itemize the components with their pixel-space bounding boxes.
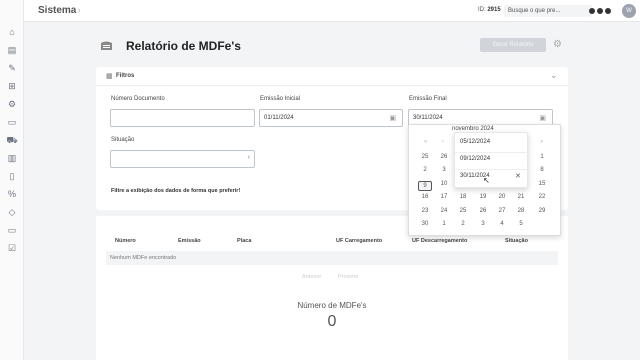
datepicker-day[interactable]: 24 — [437, 208, 451, 214]
emissao-inicial-input[interactable]: 01/11/2024 ▣ — [259, 109, 403, 127]
datepicker-day[interactable]: 20 — [495, 194, 509, 200]
datepicker-day[interactable]: 15 — [535, 181, 549, 187]
user-id: ID: 2915 — [478, 7, 501, 13]
chevron-right-icon: › — [77, 5, 81, 16]
page-title: Relatório de MDFe's — [126, 39, 241, 53]
empty-table-row: Nenhum MDFe encontrado — [106, 251, 558, 265]
next-page-button[interactable]: Próximo — [338, 274, 358, 280]
datepicker-day[interactable]: 29 — [535, 208, 549, 214]
percent-icon[interactable]: % — [6, 188, 18, 200]
mouse-cursor: ↖ — [483, 176, 490, 185]
column-header[interactable]: UF Carregamento — [336, 238, 382, 244]
filter-hint: Filtre a exibição dos dados de forma que… — [111, 188, 241, 194]
documento-input[interactable] — [110, 109, 255, 127]
messages-icon[interactable] — [597, 8, 603, 14]
close-icon[interactable]: ✕ — [515, 172, 521, 180]
emissao-inicial-label: Emissão Inicial — [260, 96, 301, 102]
tag-icon[interactable]: ◇ — [6, 206, 18, 218]
datepicker-day[interactable]: 2 — [456, 221, 470, 227]
datepicker-day[interactable]: 28 — [514, 208, 528, 214]
datepicker-day[interactable]: 21 — [514, 194, 528, 200]
datepicker-day[interactable]: 4 — [495, 221, 509, 227]
column-header[interactable]: Placa — [237, 238, 251, 244]
generate-report-button[interactable]: Gerar Relatório — [480, 38, 546, 52]
datepicker-day[interactable]: 19 — [476, 194, 490, 200]
datepicker-day[interactable]: 26 — [437, 154, 451, 160]
file-icon[interactable]: ▯ — [6, 170, 18, 182]
receipt-icon[interactable]: ▭ — [6, 116, 18, 128]
folder-icon[interactable]: ▭ — [6, 224, 18, 236]
filter-icon: ▦ — [106, 73, 113, 80]
avatar[interactable]: W — [622, 4, 636, 18]
datepicker-day[interactable]: 25 — [418, 154, 432, 160]
history-item[interactable]: 09/12/2024 — [460, 156, 490, 162]
column-header[interactable]: Número — [115, 238, 136, 244]
document-icon[interactable]: ▤ — [6, 44, 18, 56]
datepicker-day[interactable]: 22 — [535, 194, 549, 200]
settings-icon[interactable]: ⚙ — [6, 98, 18, 110]
situacao-label: Situação — [111, 137, 135, 143]
chevron-right-icon: › — [247, 154, 250, 161]
top-bar: Sistema› ID: 2915 Busque o que pre... W — [24, 0, 640, 22]
datepicker-day[interactable]: 3 — [476, 221, 490, 227]
datepicker-day[interactable]: 26 — [476, 208, 490, 214]
divider — [455, 169, 529, 170]
datepicker-day[interactable]: 8 — [535, 167, 549, 173]
filters-title: Filtros — [116, 73, 135, 79]
datepicker-day[interactable]: 1 — [535, 154, 549, 160]
datepicker-day[interactable]: 30 — [418, 221, 432, 227]
datepicker-day[interactable]: 25 — [456, 208, 470, 214]
datepicker-day[interactable]: 5 — [514, 221, 528, 227]
datepicker-day[interactable]: 16 — [418, 194, 432, 200]
datepicker-day[interactable]: 3 — [437, 167, 451, 173]
calendar-icon[interactable]: ▣ — [539, 114, 546, 122]
prev-year-button[interactable]: « — [424, 139, 427, 145]
column-header[interactable]: Emissão — [178, 238, 201, 244]
check-document-icon[interactable]: ☑ — [6, 242, 18, 254]
datepicker-day[interactable]: 18 — [456, 194, 470, 200]
history-item[interactable]: 05/12/2024 — [460, 139, 490, 145]
notifications-icon[interactable] — [589, 8, 595, 14]
home-icon[interactable]: ⌂ — [6, 26, 18, 38]
datepicker-day[interactable]: 9 — [418, 181, 432, 191]
datepicker-day[interactable]: 2 — [418, 167, 432, 173]
results-panel — [96, 216, 568, 360]
mdfe-count-label: Número de MDFe's — [297, 301, 367, 310]
emissao-final-label: Emissão Final — [409, 96, 447, 102]
grid-icon[interactable]: ⊞ — [6, 80, 18, 92]
next-year-button[interactable]: » — [540, 139, 543, 145]
chevron-down-icon[interactable]: ⌄ — [550, 70, 558, 81]
apps-icon[interactable] — [605, 8, 611, 14]
global-search-input[interactable]: Busque o que pre... — [504, 5, 592, 17]
sidebar: ⌂ ▤ ✎ ⊞ ⚙ ▭ ⛟ ▥ ▯ % ◇ ▭ ☑ — [0, 0, 24, 360]
prev-month-button[interactable]: ‹ — [442, 139, 444, 145]
mdfe-count-value: 0 — [327, 313, 337, 330]
datepicker-day[interactable]: 17 — [437, 194, 451, 200]
column-header[interactable]: UF Descarregamento — [412, 238, 467, 244]
situacao-select[interactable]: › — [110, 150, 255, 168]
edit-icon[interactable]: ✎ — [6, 62, 18, 74]
gear-icon[interactable]: ⚙ — [553, 39, 564, 50]
date-history-dropdown: 05/12/2024 09/12/2024 30/11/2024 ✕ — [454, 132, 529, 188]
datepicker-day[interactable]: 27 — [495, 208, 509, 214]
calendar-icon[interactable]: ▣ — [389, 114, 396, 122]
filters-header[interactable]: ▦ Filtros ⌄ — [96, 67, 568, 86]
datepicker-day[interactable]: 1 — [437, 221, 451, 227]
cart-icon[interactable]: ⛟ — [6, 134, 18, 146]
column-header[interactable]: Situação — [505, 238, 528, 244]
report-icon — [101, 41, 112, 50]
prev-page-button[interactable]: Anterior — [302, 274, 321, 280]
barcode-icon[interactable]: ▥ — [6, 152, 18, 164]
divider — [455, 152, 529, 153]
app-title[interactable]: Sistema› — [38, 5, 81, 16]
documento-label: Número Documento — [111, 96, 165, 102]
datepicker-day[interactable]: 10 — [437, 181, 451, 187]
datepicker-day[interactable]: 23 — [418, 208, 432, 214]
